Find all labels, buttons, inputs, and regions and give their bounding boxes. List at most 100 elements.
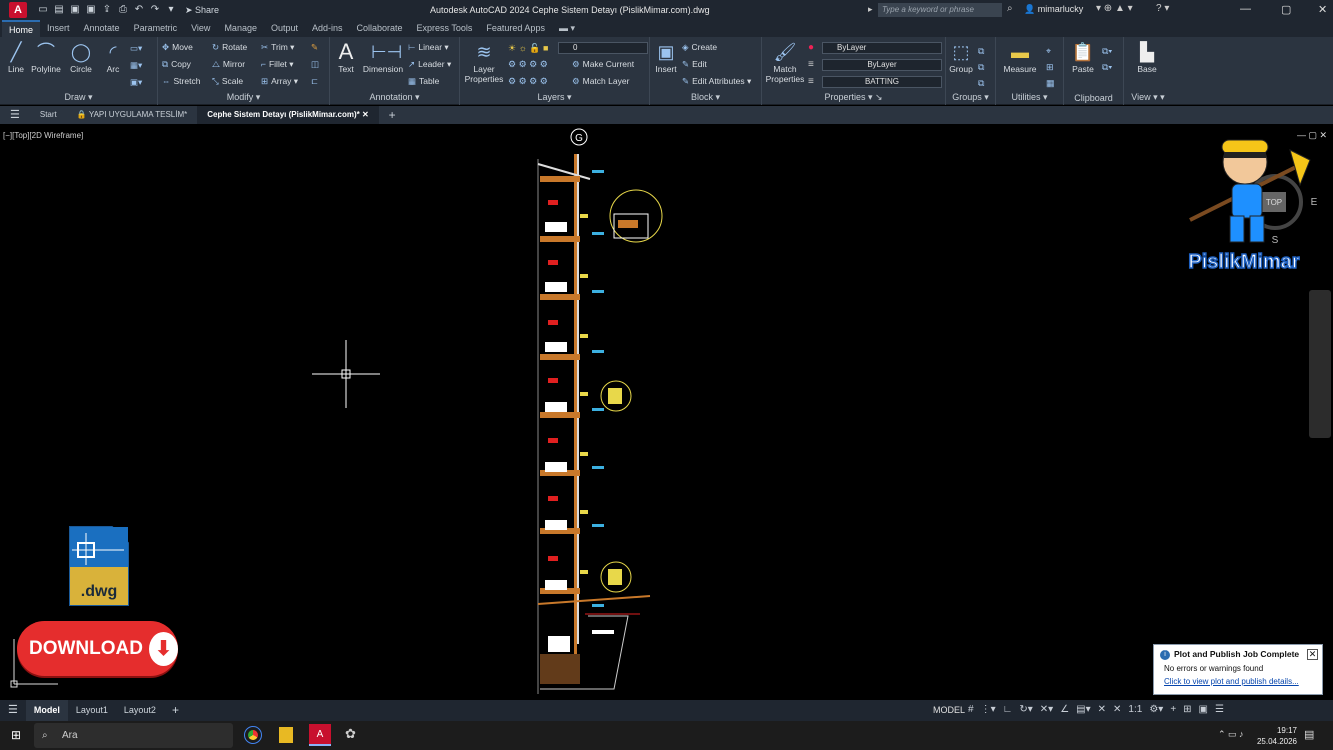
- circle-button[interactable]: ◯ Circle: [67, 41, 95, 74]
- osnap-icon[interactable]: ✕▾: [1040, 704, 1053, 715]
- tab-express-tools[interactable]: Express Tools: [410, 20, 480, 37]
- utilities-panel-label[interactable]: Utilities ▾: [996, 92, 1063, 103]
- lineweight-toggle-icon[interactable]: ▤▾: [1076, 704, 1090, 715]
- color-dropdown[interactable]: ByLayer: [822, 42, 942, 54]
- chrome-icon[interactable]: [244, 726, 262, 744]
- isolate-icon[interactable]: ⊞: [1183, 704, 1191, 715]
- base-button[interactable]: ▙ Base: [1130, 41, 1164, 74]
- group-tools-icons[interactable]: ⧉ ⧉ ⧉: [978, 43, 984, 91]
- autocad-logo[interactable]: A: [9, 2, 27, 18]
- notification-close-icon[interactable]: ✕: [1307, 649, 1318, 660]
- tab-output[interactable]: Output: [264, 20, 305, 37]
- tray-icons[interactable]: ⌃ ▭ ♪: [1218, 729, 1244, 740]
- tab-model[interactable]: Model: [25, 700, 68, 721]
- customize-icon[interactable]: ☰: [1215, 704, 1224, 715]
- ribbon-options-icon[interactable]: ▬ ▾: [552, 20, 582, 37]
- utility-tools-icons[interactable]: ⌖ ⊞ ▦: [1046, 43, 1055, 91]
- drawing-canvas[interactable]: [−][Top][2D Wireframe] — ▢ ✕ G TOP E S P…: [0, 124, 1333, 700]
- rotate-button[interactable]: ↻ Rotate: [212, 41, 247, 54]
- minimize-icon[interactable]: —: [1240, 3, 1251, 15]
- polar-icon[interactable]: ↻▾: [1019, 704, 1032, 715]
- annotation-visibility-icon[interactable]: ✕: [1113, 704, 1121, 715]
- match-properties-button[interactable]: 🖌 Match Properties: [764, 41, 806, 84]
- annotation-scale-icon[interactable]: ✕: [1098, 704, 1106, 715]
- leader-button[interactable]: ↗ Leader ▾: [408, 58, 451, 71]
- layer-tools-icons[interactable]: ⚙ ⚙ ⚙ ⚙: [508, 59, 548, 70]
- boundary-icon[interactable]: ▣▾: [130, 76, 145, 89]
- workspace-gear-icon[interactable]: ⚙▾: [1149, 704, 1163, 715]
- group-button[interactable]: ⬚ Group: [948, 41, 974, 74]
- navigation-bar[interactable]: [1309, 290, 1331, 438]
- edit-button[interactable]: ✎ Edit: [682, 58, 707, 71]
- clipboard-panel-label[interactable]: Clipboard: [1064, 93, 1123, 103]
- block-panel-label[interactable]: Block ▾: [650, 92, 761, 103]
- rectangle-icon[interactable]: ▭▾: [130, 42, 145, 55]
- arc-button[interactable]: ◜ Arc: [100, 41, 126, 74]
- new-icon[interactable]: ▭: [37, 4, 49, 16]
- user-account[interactable]: 👤 mimarlucky: [1024, 4, 1083, 15]
- file-explorer-icon[interactable]: [279, 727, 293, 743]
- clipboard-tools-icons[interactable]: ⧉▾ ⧉▾: [1102, 43, 1112, 75]
- autocad-taskbar-icon[interactable]: A: [309, 724, 331, 746]
- cart-icon[interactable]: ▾ ⊕ ▲ ▾: [1096, 3, 1133, 14]
- text-button[interactable]: A Text: [334, 41, 358, 75]
- copy-button[interactable]: ⧉ Copy: [162, 58, 191, 71]
- taskbar-clock[interactable]: 19:17 25.04.2026: [1257, 725, 1297, 747]
- windows-start-icon[interactable]: ⊞: [11, 728, 21, 742]
- groups-panel-label[interactable]: Groups ▾: [946, 92, 995, 103]
- snap-icon[interactable]: ⋮▾: [981, 704, 996, 715]
- expand-icon[interactable]: ▸: [868, 4, 873, 15]
- new-tab-button[interactable]: +: [379, 106, 406, 124]
- measure-button[interactable]: ▬ Measure: [1000, 41, 1040, 74]
- stretch-button[interactable]: ⇔ Stretch: [162, 75, 200, 88]
- properties-panel-label[interactable]: Properties ▾ ↘: [762, 92, 945, 103]
- save-icon[interactable]: ▣: [69, 4, 81, 16]
- model-space-toggle[interactable]: MODEL: [933, 705, 965, 715]
- dimension-button[interactable]: ⊢⊣ Dimension: [362, 41, 404, 74]
- search-input[interactable]: Type a keyword or phrase: [878, 3, 1002, 17]
- paste-button[interactable]: 📋 Paste: [1068, 41, 1098, 74]
- offset-icon[interactable]: ⊏: [311, 75, 321, 88]
- app-taskbar-icon[interactable]: ✿: [345, 726, 356, 742]
- insert-button[interactable]: ▣ Insert: [654, 41, 678, 74]
- match-layer-button[interactable]: ⚙ Match Layer: [572, 75, 629, 88]
- maximize-icon[interactable]: ▢: [1281, 3, 1291, 16]
- layer-state-icons[interactable]: ☀ ☼ 🔓 ■: [508, 43, 548, 54]
- notification-center-icon[interactable]: ▤: [1304, 728, 1314, 741]
- close-icon[interactable]: ✕: [1318, 3, 1327, 16]
- tab-home[interactable]: Home: [2, 20, 41, 37]
- edit-attributes-button[interactable]: ✎ Edit Attributes ▾: [682, 75, 751, 88]
- scale-value[interactable]: 1:1: [1128, 704, 1142, 715]
- trim-button[interactable]: ✂ Trim ▾: [261, 41, 294, 54]
- save-as-icon[interactable]: ▣: [85, 4, 97, 16]
- fillet-button[interactable]: ⌐ Fillet ▾: [261, 58, 294, 71]
- mirror-button[interactable]: ⧍ Mirror: [212, 58, 245, 71]
- upload-icon[interactable]: ⇪: [101, 4, 113, 16]
- tab-layout1[interactable]: Layout1: [68, 700, 116, 721]
- array-button[interactable]: ⊞ Array ▾: [261, 75, 298, 88]
- clean-screen-icon[interactable]: ▣: [1199, 704, 1208, 715]
- notification-link[interactable]: Click to view plot and publish details..…: [1164, 677, 1316, 686]
- grid-icon[interactable]: #: [968, 704, 974, 715]
- taskbar-search[interactable]: ⌕ Ara: [34, 723, 233, 748]
- otrack-icon[interactable]: ∠: [1060, 704, 1069, 715]
- view-panel-label[interactable]: View ▾ ▾: [1124, 92, 1172, 103]
- tab-annotate[interactable]: Annotate: [77, 20, 127, 37]
- dropdown-icon[interactable]: ▾: [165, 4, 177, 16]
- help-icon[interactable]: ? ▾: [1156, 3, 1169, 14]
- polyline-button[interactable]: ⌒ Polyline: [30, 41, 62, 74]
- table-button[interactable]: ▦ Table: [408, 75, 439, 88]
- tab-start[interactable]: Start: [30, 106, 67, 124]
- create-button[interactable]: ◈ Create: [682, 41, 717, 54]
- annotation-panel-label[interactable]: Annotation ▾: [330, 92, 459, 103]
- modify-panel-label[interactable]: Modify ▾: [158, 92, 329, 103]
- tab-parametric[interactable]: Parametric: [127, 20, 185, 37]
- tab-manage[interactable]: Manage: [217, 20, 264, 37]
- erase-icon[interactable]: ✎: [311, 41, 321, 54]
- tab-insert[interactable]: Insert: [40, 20, 77, 37]
- lineweight-dropdown[interactable]: BATTING: [822, 76, 942, 88]
- linetype-dropdown[interactable]: ByLayer: [822, 59, 942, 71]
- add-layout-button[interactable]: +: [164, 700, 187, 721]
- tab-cephe-sistem[interactable]: Cephe Sistem Detayı (PislikMimar.com)* ✕: [197, 106, 379, 124]
- download-button[interactable]: DOWNLOAD ⬇: [17, 621, 178, 676]
